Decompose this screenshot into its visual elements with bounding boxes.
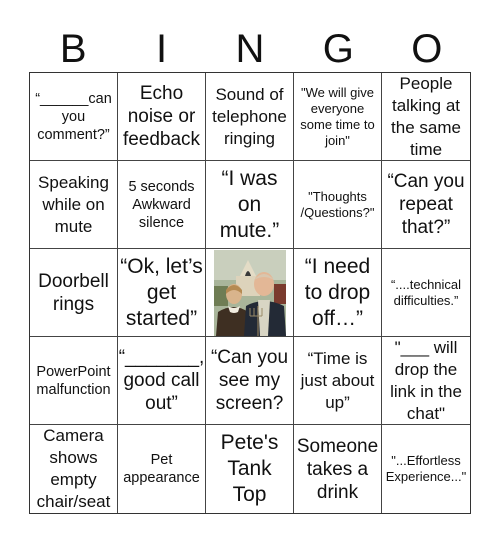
bingo-cell-g5[interactable]: Someone takes a drink bbox=[294, 425, 382, 513]
bingo-cell-i4[interactable]: “_______, good call out” bbox=[118, 337, 206, 425]
bingo-cell-o2[interactable]: “Can you repeat that?” bbox=[382, 161, 470, 249]
bingo-cell-i3[interactable]: “Ok, let’s get started” bbox=[118, 249, 206, 337]
bingo-cell-text: Camera shows empty chair/seat bbox=[36, 426, 111, 511]
bingo-cell-text: Doorbell rings bbox=[38, 270, 109, 315]
bingo-cell-g3[interactable]: “I need to drop off…” bbox=[294, 249, 382, 337]
bingo-cell-i2[interactable]: 5 seconds Awkward silence bbox=[118, 161, 206, 249]
bingo-cell-i5[interactable]: Pet appearance bbox=[118, 425, 206, 513]
bingo-cell-text: “_______, good call out” bbox=[118, 347, 205, 414]
bingo-cell-text: “Can you repeat that?” bbox=[387, 171, 465, 238]
bingo-cell-text: “Time is just about up” bbox=[300, 348, 375, 412]
bingo-cell-text: Pet appearance bbox=[123, 452, 200, 486]
bingo-cell-n5[interactable]: Pete's Tank Top bbox=[206, 425, 294, 513]
bingo-cell-text: “Can you see my screen? bbox=[210, 347, 289, 414]
bingo-cell-b4[interactable]: PowerPoint malfunction bbox=[30, 337, 118, 425]
bingo-cell-g2[interactable]: "Thoughts /Questions?" bbox=[294, 161, 382, 249]
american-gothic-painting-image bbox=[213, 249, 286, 336]
header-letter-g: G bbox=[322, 27, 354, 71]
bingo-cell-o4[interactable]: "___ will drop the link in the chat" bbox=[382, 337, 470, 425]
header-letter-o: O bbox=[411, 27, 443, 71]
bingo-cell-text: "We will give everyone some time to join… bbox=[300, 84, 375, 148]
bingo-cell-text: 5 seconds Awkward silence bbox=[128, 178, 195, 231]
bingo-cell-text: Sound of telephone ringing bbox=[212, 84, 287, 148]
bingo-cell-n1[interactable]: Sound of telephone ringing bbox=[206, 73, 294, 161]
bingo-cell-text: “______can you comment?” bbox=[35, 90, 112, 143]
bingo-cell-text: “I was on mute.” bbox=[219, 166, 280, 242]
bingo-header: B I N G O bbox=[29, 26, 471, 72]
bingo-card-grid: “______can you comment?” Echo noise or fe… bbox=[29, 72, 471, 514]
bingo-cell-i1[interactable]: Echo noise or feedback bbox=[118, 73, 206, 161]
bingo-cell-free-space[interactable] bbox=[206, 249, 294, 337]
header-letter-n: N bbox=[235, 27, 265, 71]
bingo-cell-text: "___ will drop the link in the chat" bbox=[390, 337, 462, 423]
bingo-cell-o5[interactable]: "...Effortless Experience..." bbox=[382, 425, 470, 513]
bingo-cell-o3[interactable]: “....technical difficulties.” bbox=[382, 249, 470, 337]
bingo-cell-b1[interactable]: “______can you comment?” bbox=[30, 73, 118, 161]
header-letter-i: I bbox=[156, 27, 168, 71]
bingo-cell-text: PowerPoint malfunction bbox=[36, 363, 111, 398]
bingo-cell-g4[interactable]: “Time is just about up” bbox=[294, 337, 382, 425]
bingo-cell-text: "Thoughts /Questions?" bbox=[300, 188, 375, 220]
bingo-cell-o1[interactable]: People talking at the same time bbox=[382, 73, 470, 161]
bingo-cell-b3[interactable]: Doorbell rings bbox=[30, 249, 118, 337]
bingo-cell-text: Pete's Tank Top bbox=[220, 431, 279, 506]
bingo-cell-text: “Ok, let’s get started” bbox=[120, 254, 203, 330]
bingo-cell-text: “I need to drop off…” bbox=[304, 254, 371, 330]
bingo-cell-n4[interactable]: “Can you see my screen? bbox=[206, 337, 294, 425]
bingo-cell-text: Someone takes a drink bbox=[296, 435, 379, 503]
header-letter-b: B bbox=[59, 27, 87, 71]
bingo-cell-g1[interactable]: "We will give everyone some time to join… bbox=[294, 73, 382, 161]
bingo-cell-n2[interactable]: “I was on mute.” bbox=[206, 161, 294, 249]
bingo-cell-text: Echo noise or feedback bbox=[122, 83, 201, 150]
bingo-cell-text: Speaking while on mute bbox=[38, 172, 109, 236]
bingo-cell-text: “....technical difficulties.” bbox=[390, 276, 462, 308]
bingo-cell-text: "...Effortless Experience..." bbox=[385, 453, 467, 484]
bingo-cell-b5[interactable]: Camera shows empty chair/seat bbox=[30, 425, 118, 513]
bingo-cell-b2[interactable]: Speaking while on mute bbox=[30, 161, 118, 249]
bingo-cell-text: People talking at the same time bbox=[391, 73, 461, 159]
